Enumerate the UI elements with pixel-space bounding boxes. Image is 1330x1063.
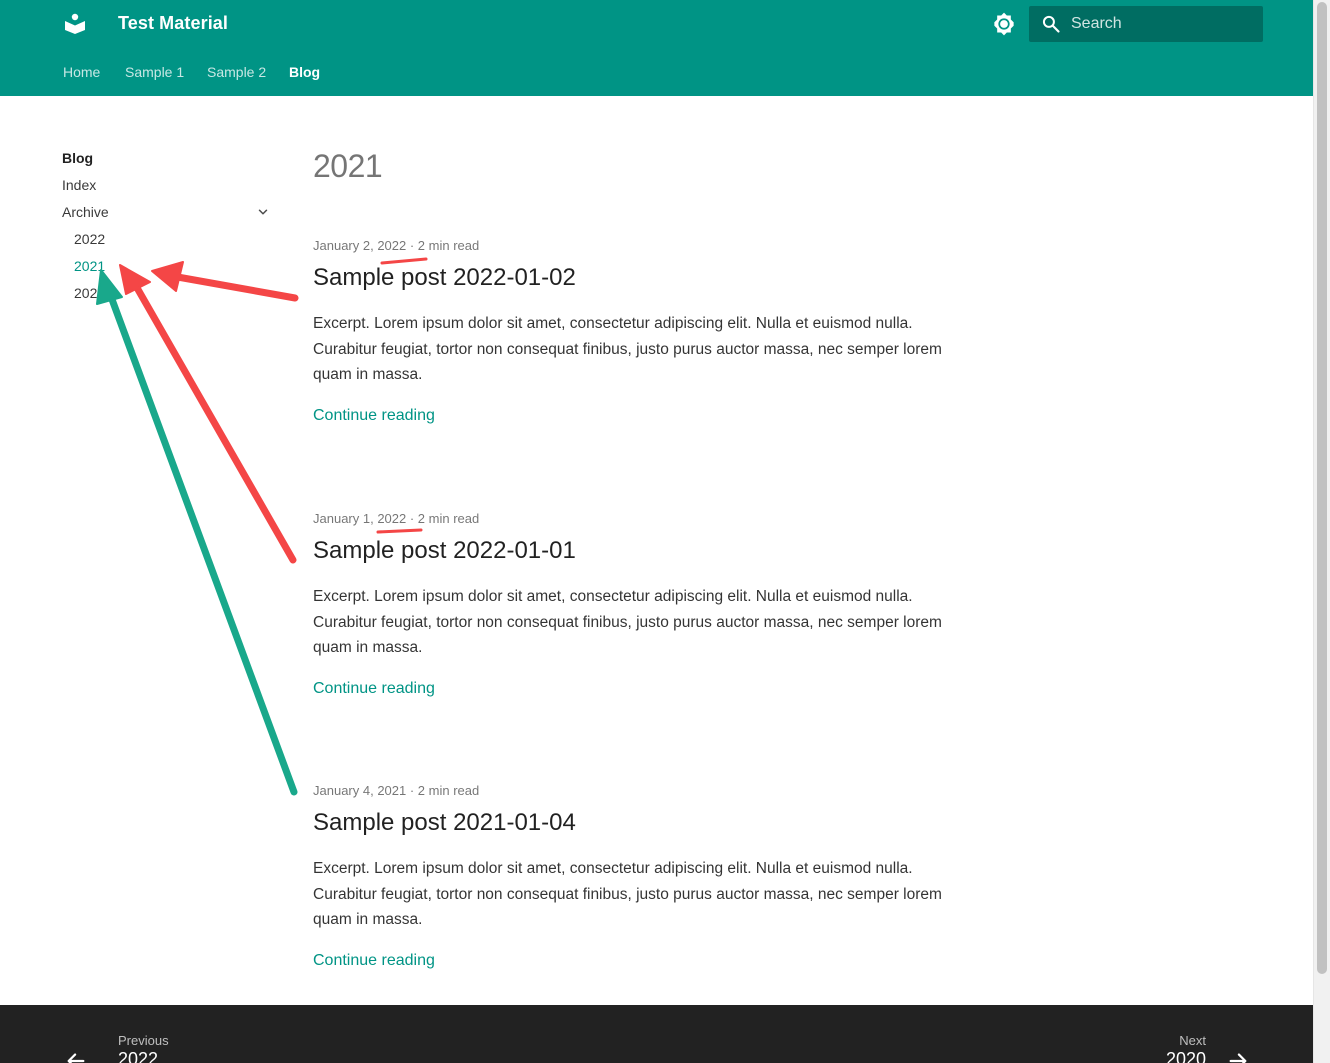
red-arrowhead	[151, 261, 184, 292]
sidebar-item-2022[interactable]: 2022	[74, 231, 105, 247]
sidebar-item-index[interactable]: Index	[62, 177, 96, 193]
scrollbar-thumb[interactable]	[1317, 2, 1327, 974]
post-read-time: · 2 min read	[409, 238, 480, 253]
red-arrowhead	[119, 264, 151, 295]
tab-home[interactable]: Home	[63, 64, 100, 80]
continue-reading-link[interactable]: Continue reading	[313, 680, 435, 698]
red-arrow	[132, 282, 297, 564]
nav-tabs: Home Sample 1 Sample 2 Blog	[0, 48, 1313, 96]
post-meta: January 2, 2022 · 2 min read	[313, 238, 479, 253]
arrow-left-icon	[67, 1053, 85, 1063]
red-arrow	[168, 272, 299, 302]
post-read-time: · 2 min read	[409, 511, 480, 526]
page: Test Material Home Sample 1 Sample 2 Blo…	[0, 0, 1313, 1063]
red-underline	[380, 257, 428, 265]
post-date: January 4, 2021	[313, 783, 407, 798]
post-date: January 2, 2022	[313, 238, 407, 253]
footer-nav: Previous 2022 Next 2020	[0, 1005, 1313, 1063]
sidebar-title: Blog	[62, 150, 94, 166]
tab-sample-1[interactable]: Sample 1	[125, 64, 184, 80]
post-excerpt: Excerpt. Lorem ipsum dolor sit amet, con…	[313, 315, 942, 384]
tab-sample-2[interactable]: Sample 2	[207, 64, 266, 80]
post-read-time: · 2 min read	[409, 783, 480, 798]
previous-target: 2022	[118, 1049, 159, 1063]
tab-blog[interactable]: Blog	[289, 64, 320, 80]
sidebar-item-2020[interactable]: 2020	[74, 285, 105, 301]
sidebar-item-archive[interactable]: Archive	[62, 204, 109, 220]
chevron-down-icon[interactable]	[256, 205, 270, 219]
page-title: 2021	[313, 148, 383, 184]
sidebar-item-2021[interactable]: 2021	[74, 258, 105, 274]
continue-reading-link[interactable]: Continue reading	[313, 952, 435, 970]
search-input[interactable]	[1071, 6, 1251, 42]
red-underline	[376, 528, 423, 534]
next-page-link[interactable]: Next 2020	[1100, 1005, 1260, 1063]
post-excerpt: Excerpt. Lorem ipsum dolor sit amet, con…	[313, 860, 942, 929]
header-bar: Test Material	[0, 0, 1313, 48]
next-target: 2020	[1165, 1049, 1206, 1063]
search-box[interactable]	[1029, 6, 1263, 42]
post-title[interactable]: Sample post 2022-01-01	[313, 537, 576, 565]
post-meta: January 1, 2022 · 2 min read	[313, 511, 479, 526]
post-meta: January 4, 2021 · 2 min read	[313, 783, 479, 798]
green-arrow	[106, 290, 298, 796]
book-reader-icon[interactable]	[63, 11, 87, 35]
arrow-right-icon	[1229, 1053, 1247, 1063]
post-excerpt: Excerpt. Lorem ipsum dolor sit amet, con…	[313, 588, 942, 657]
magnify-icon	[1042, 15, 1060, 33]
continue-reading-link[interactable]: Continue reading	[313, 407, 435, 425]
next-label: Next	[1179, 1033, 1206, 1048]
brightness-icon[interactable]	[991, 11, 1017, 37]
post-title[interactable]: Sample post 2021-01-04	[313, 809, 576, 837]
vertical-scrollbar[interactable]	[1313, 0, 1330, 1063]
site-title[interactable]: Test Material	[118, 13, 228, 34]
post-title[interactable]: Sample post 2022-01-02	[313, 264, 576, 292]
previous-page-link[interactable]: Previous 2022	[62, 1005, 262, 1063]
post-date: January 1, 2022	[313, 511, 407, 526]
previous-label: Previous	[118, 1033, 169, 1048]
